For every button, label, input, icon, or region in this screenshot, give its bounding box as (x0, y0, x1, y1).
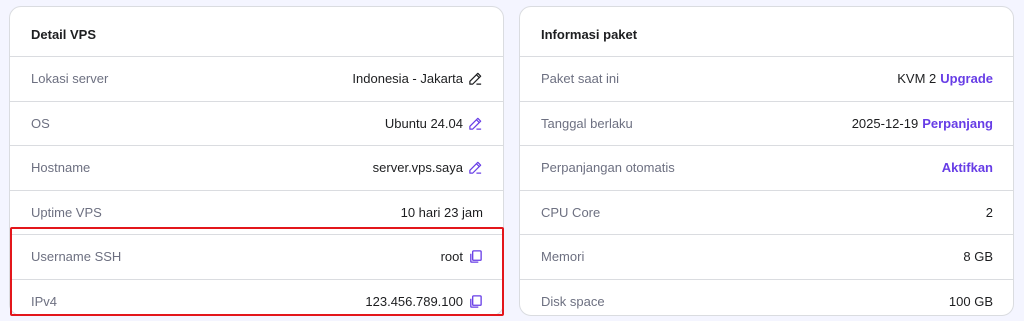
informasi-paket-card: Informasi paket Paket saat ini KVM 2 Upg… (519, 6, 1014, 316)
row-value: 2025-12-19 (851, 115, 919, 131)
row-label: Perpanjangan otomatis (541, 160, 675, 176)
pencil-icon[interactable] (467, 71, 483, 87)
row-label: Uptime VPS (31, 204, 102, 220)
row-uptime-vps: Uptime VPS 10 hari 23 jam (10, 191, 503, 235)
row-label: CPU Core (541, 204, 601, 220)
detail-vps-card: Detail VPS Lokasi server Indonesia - Jak… (9, 6, 504, 316)
row-tanggal-berlaku: Tanggal berlaku 2025-12-19 Perpanjang (520, 102, 1013, 146)
row-lokasi-server: Lokasi server Indonesia - Jakarta (10, 57, 503, 102)
copy-icon[interactable] (467, 294, 483, 310)
row-value: 2 (985, 204, 993, 220)
row-value: Ubuntu 24.04 (384, 115, 463, 131)
row-label: Hostname (31, 160, 91, 176)
row-value: root (440, 249, 463, 265)
row-username-ssh: Username SSH root (10, 235, 503, 280)
row-ipv4: IPv4 123.456.789.100 (10, 280, 503, 316)
row-perpanjangan-otomatis: Perpanjangan otomatis Aktifkan (520, 146, 1013, 191)
pencil-icon[interactable] (467, 115, 483, 131)
row-value: 100 GB (948, 294, 993, 310)
row-hostname: Hostname server.vps.saya (10, 146, 503, 191)
row-memori: Memori 8 GB (520, 235, 1013, 280)
row-value: 10 hari 23 jam (400, 204, 483, 220)
row-os: OS Ubuntu 24.04 (10, 102, 503, 146)
perpanjang-link[interactable]: Perpanjang (922, 116, 993, 131)
row-label: Memori (541, 249, 585, 265)
row-label: Disk space (541, 294, 605, 310)
row-value: Indonesia - Jakarta (352, 71, 463, 87)
aktifkan-link[interactable]: Aktifkan (942, 160, 993, 175)
row-label: Tanggal berlaku (541, 115, 633, 131)
row-value: 8 GB (963, 249, 993, 265)
pencil-icon[interactable] (467, 160, 483, 176)
row-paket-saat-ini: Paket saat ini KVM 2 Upgrade (520, 57, 1013, 102)
informasi-paket-title: Informasi paket (520, 7, 1013, 57)
detail-vps-title: Detail VPS (10, 7, 503, 57)
upgrade-link[interactable]: Upgrade (940, 71, 993, 86)
row-cpu-core: CPU Core 2 (520, 191, 1013, 235)
row-value: server.vps.saya (372, 160, 463, 176)
row-label: Paket saat ini (541, 71, 620, 87)
row-label: Username SSH (31, 249, 122, 265)
row-label: IPv4 (31, 294, 58, 310)
row-label: OS (31, 115, 50, 131)
row-disk-space: Disk space 100 GB (520, 280, 1013, 316)
row-label: Lokasi server (31, 71, 109, 87)
copy-icon[interactable] (467, 249, 483, 265)
row-value: KVM 2 (897, 71, 937, 87)
row-value: 123.456.789.100 (365, 294, 463, 310)
